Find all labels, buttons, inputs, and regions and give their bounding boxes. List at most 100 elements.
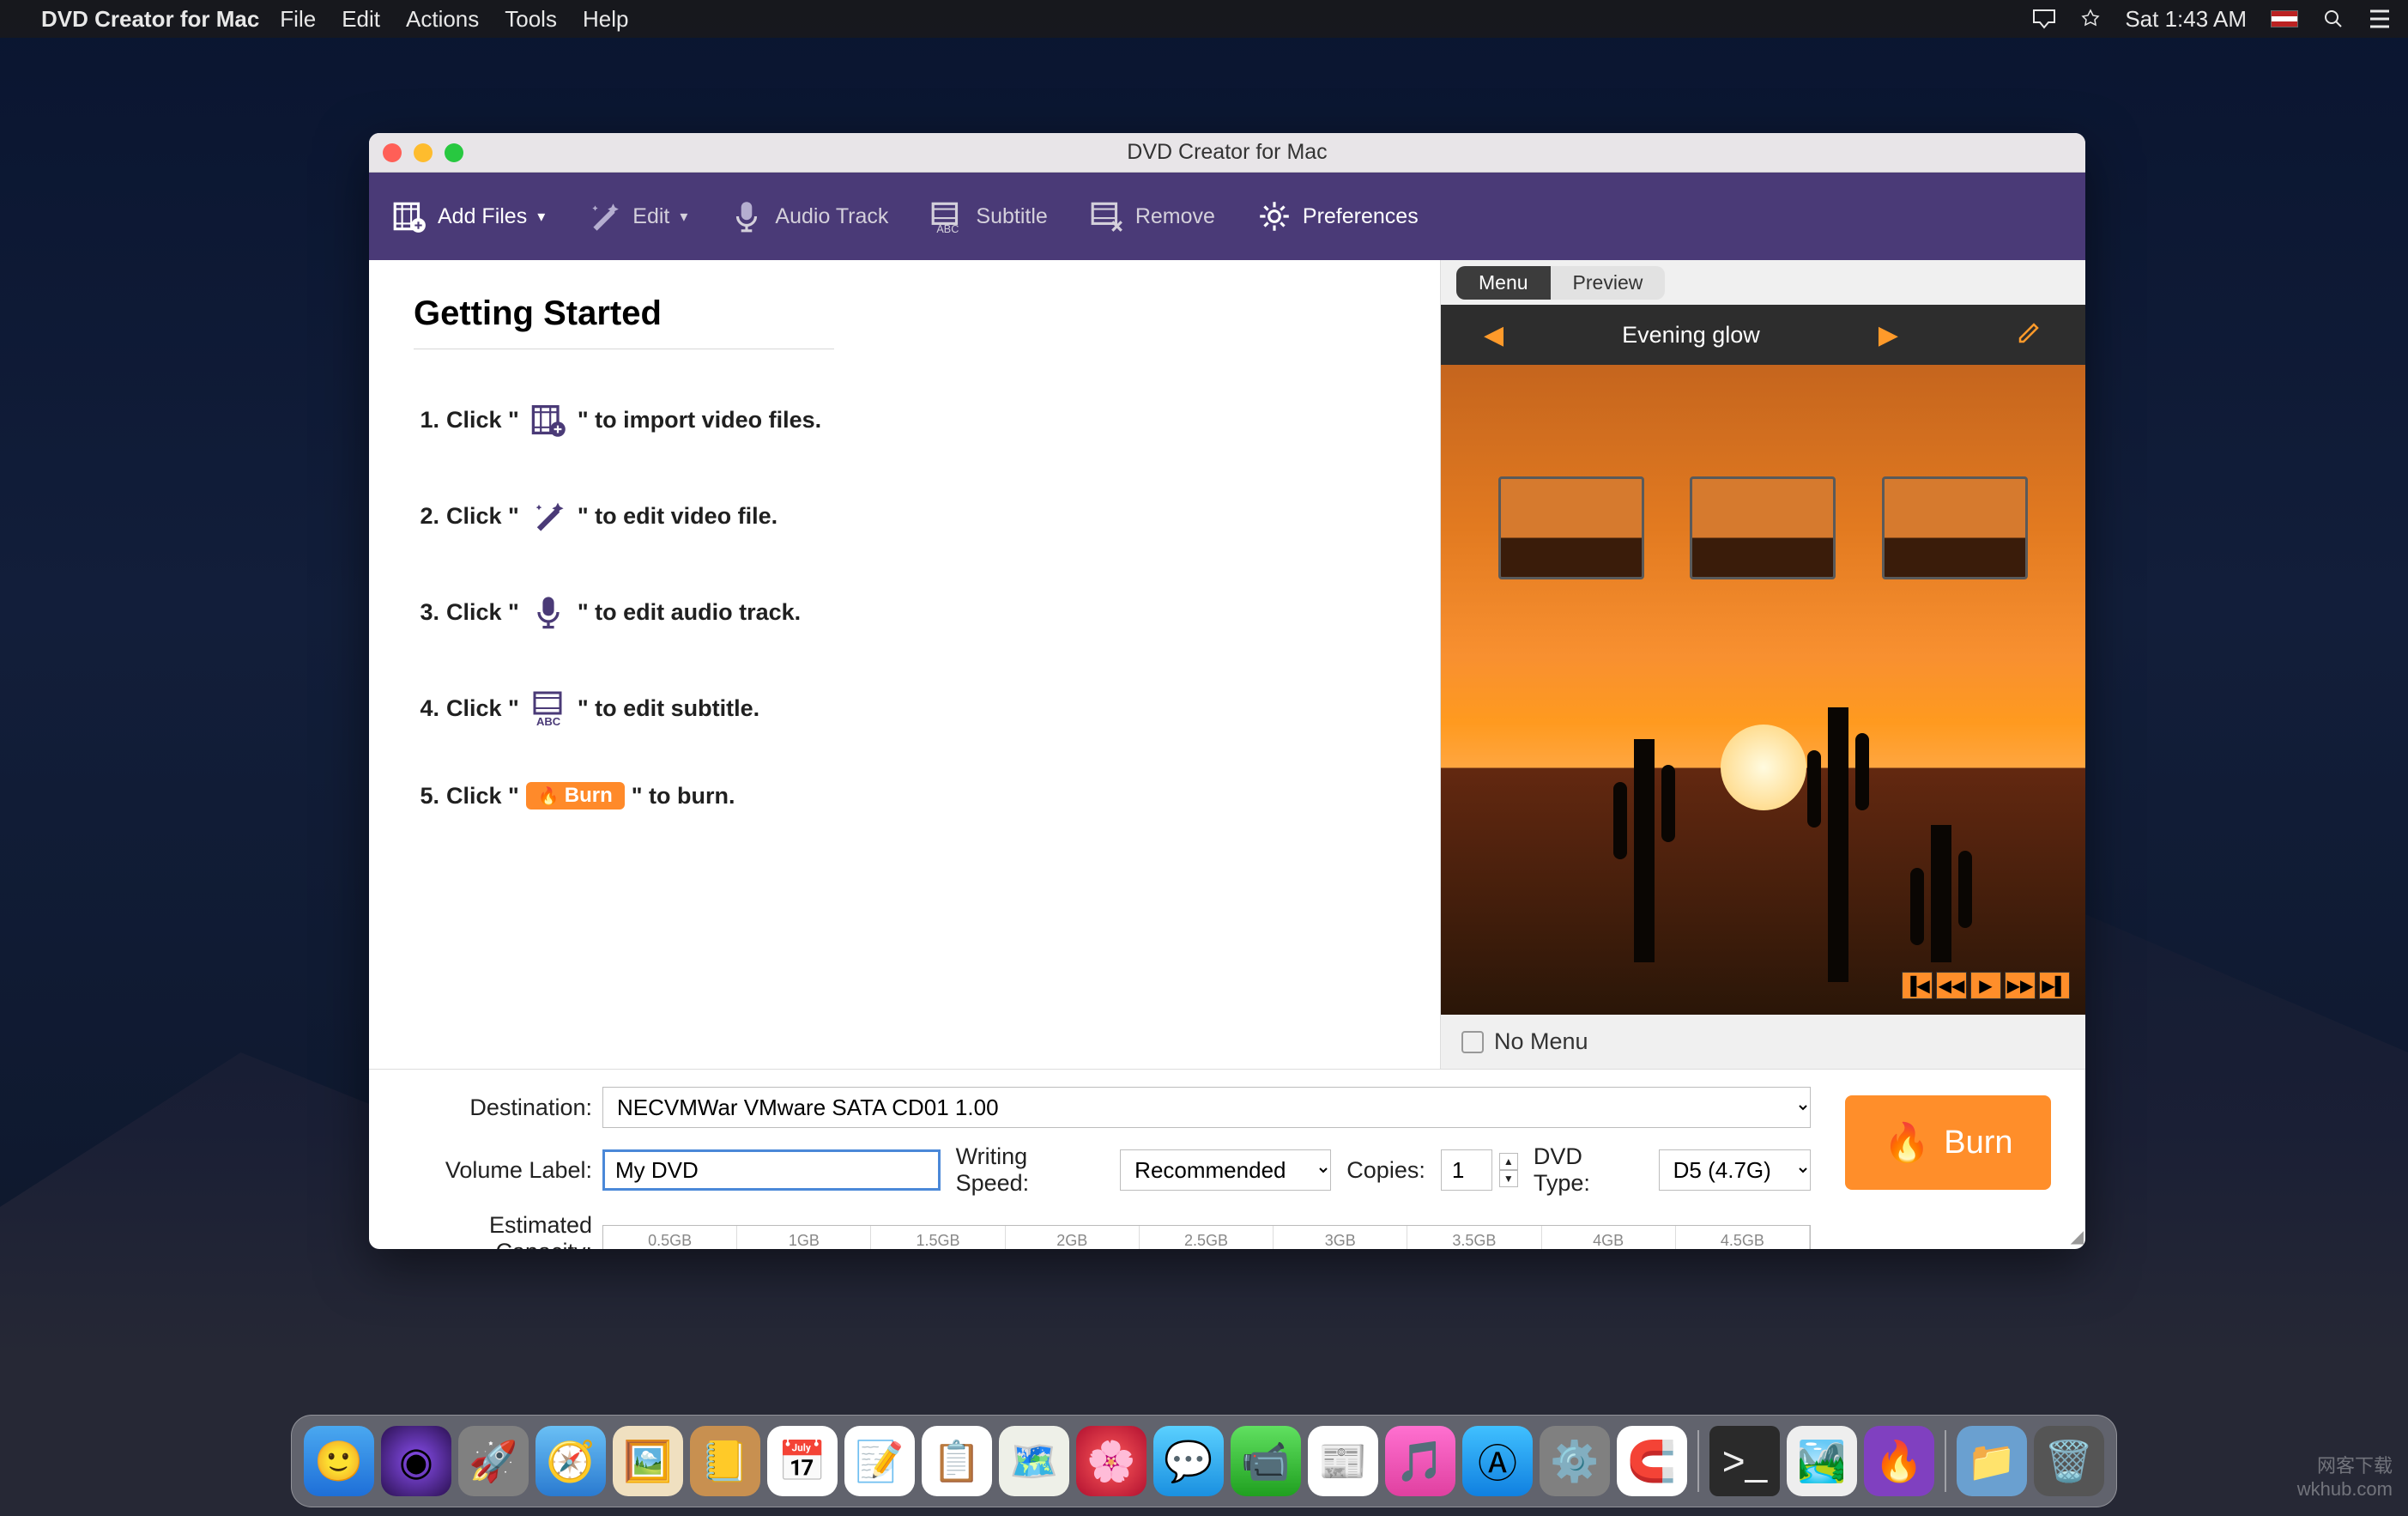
add-files-button[interactable]: Add Files▾	[391, 198, 545, 234]
menubar-clock[interactable]: Sat 1:43 AM	[2125, 6, 2247, 33]
fast-forward-button[interactable]: ▶▶	[2005, 972, 2036, 999]
tab-preview[interactable]: Preview	[1551, 266, 1666, 300]
edit-theme-button[interactable]	[2017, 319, 2042, 351]
menu-help[interactable]: Help	[583, 6, 628, 33]
microphone-icon	[526, 590, 571, 634]
subtitle-icon: ABC	[526, 686, 571, 731]
window-zoom-button[interactable]	[445, 143, 463, 162]
spotlight-icon[interactable]	[2322, 8, 2344, 30]
window-minimize-button[interactable]	[414, 143, 433, 162]
resize-handle[interactable]: ◢	[2071, 1226, 2084, 1247]
appstore-icon[interactable]: Ⓐ	[1462, 1426, 1533, 1496]
siri-icon[interactable]: ◉	[381, 1426, 451, 1496]
play-button[interactable]: ▶	[1970, 972, 2001, 999]
preferences-button[interactable]: Preferences	[1256, 198, 1419, 234]
chapter-thumb[interactable]	[1498, 476, 1644, 579]
messages-icon[interactable]: 💬	[1153, 1426, 1224, 1496]
magic-wand-icon	[586, 198, 622, 234]
menu-tools[interactable]: Tools	[505, 6, 557, 33]
magic-wand-icon	[526, 494, 571, 538]
window-titlebar: DVD Creator for Mac	[369, 133, 2085, 173]
chapter-thumb[interactable]	[1690, 476, 1836, 579]
burn-button[interactable]: 🔥 Burn	[1845, 1095, 2051, 1190]
subtitle-button[interactable]: ABC Subtitle	[929, 198, 1047, 234]
facetime-icon[interactable]: 📹	[1231, 1426, 1301, 1496]
downloads-icon[interactable]: 📁	[1957, 1426, 2027, 1496]
step-2: 2. Click " " to edit video file.	[414, 494, 1395, 538]
menu-edit[interactable]: Edit	[342, 6, 380, 33]
contacts-icon[interactable]: 📒	[690, 1426, 760, 1496]
step-5: 5. Click " Burn " to burn.	[414, 782, 1395, 810]
audio-track-button[interactable]: Audio Track	[729, 198, 888, 234]
preview-icon[interactable]: 🖼️	[613, 1426, 683, 1496]
no-menu-label: No Menu	[1494, 1028, 1588, 1055]
copies-up-button[interactable]: ▲	[1499, 1153, 1518, 1170]
dvd-menu-preview: ▐◀ ◀◀ ▶ ▶▶ ▶▌	[1441, 365, 2085, 1015]
input-source-icon[interactable]	[2271, 10, 2298, 27]
preview-panel: Menu Preview ◀ Evening glow ▶	[1440, 260, 2085, 1069]
status-icon[interactable]	[2080, 9, 2101, 29]
no-menu-checkbox[interactable]	[1461, 1031, 1484, 1053]
dvd-creator-dock-icon[interactable]: 🔥	[1864, 1426, 1934, 1496]
volume-label-label: Volume Label:	[403, 1157, 592, 1184]
window-close-button[interactable]	[383, 143, 402, 162]
tab-menu[interactable]: Menu	[1456, 266, 1551, 300]
chapter-thumb[interactable]	[1882, 476, 2028, 579]
svg-text:ABC: ABC	[937, 223, 959, 234]
notes-icon[interactable]: 📝	[844, 1426, 915, 1496]
edit-button[interactable]: Edit▾	[586, 198, 687, 234]
safari-icon[interactable]: 🧭	[535, 1426, 606, 1496]
macos-menubar: DVD Creator for Mac File Edit Actions To…	[0, 0, 2408, 38]
destination-select[interactable]: NECVMWar VMware SATA CD01 1.00	[602, 1087, 1811, 1128]
gear-icon	[1256, 198, 1292, 234]
burn-options-panel: Destination: NECVMWar VMware SATA CD01 1…	[369, 1069, 2085, 1249]
watermark: 网客下载 wkhub.com	[2297, 1451, 2393, 1501]
dvd-type-label: DVD Type:	[1534, 1143, 1643, 1197]
launchpad-icon[interactable]: 🚀	[458, 1426, 529, 1496]
calendar-icon[interactable]: 📅	[767, 1426, 838, 1496]
settings-icon[interactable]: ⚙️	[1540, 1426, 1610, 1496]
svg-text:ABC: ABC	[536, 715, 561, 727]
music-icon[interactable]: 🎵	[1385, 1426, 1455, 1496]
news-icon[interactable]: 📰	[1308, 1426, 1378, 1496]
trash-icon[interactable]: 🗑️	[2034, 1426, 2104, 1496]
app-window: DVD Creator for Mac Add Files▾ Edit▾ Aud…	[369, 133, 2085, 1249]
step-1: 1. Click " " to import video files.	[414, 397, 1395, 442]
copies-down-button[interactable]: ▼	[1499, 1170, 1518, 1187]
skip-end-button[interactable]: ▶▌	[2039, 972, 2070, 999]
getting-started-heading: Getting Started	[414, 294, 834, 349]
remove-button[interactable]: Remove	[1089, 198, 1215, 234]
menu-actions[interactable]: Actions	[406, 6, 479, 33]
writing-speed-label: Writing Speed:	[956, 1143, 1105, 1197]
finder-icon[interactable]: 🙂	[304, 1426, 374, 1496]
magnet-icon[interactable]: 🧲	[1617, 1426, 1687, 1496]
film-add-icon	[526, 397, 571, 442]
screenshot-icon[interactable]: 🏞️	[1787, 1426, 1857, 1496]
copies-input[interactable]	[1441, 1149, 1492, 1191]
app-menu[interactable]: DVD Creator for Mac	[41, 6, 259, 33]
getting-started-panel: Getting Started 1. Click " " to import v…	[369, 260, 1440, 1069]
subtitle-icon: ABC	[929, 198, 965, 234]
step-4: 4. Click " ABC " to edit subtitle.	[414, 686, 1395, 731]
menu-file[interactable]: File	[280, 6, 316, 33]
volume-label-input[interactable]	[602, 1149, 941, 1191]
photos-icon[interactable]: 🌸	[1076, 1426, 1147, 1496]
writing-speed-select[interactable]: Recommended	[1120, 1149, 1331, 1191]
macos-dock: 🙂 ◉ 🚀 🧭 🖼️ 📒 📅 📝 📋 🗺️ 🌸 💬 📹 📰 🎵 Ⓐ ⚙️ 🧲 >…	[291, 1415, 2117, 1507]
notification-center-icon[interactable]	[2369, 9, 2391, 28]
next-theme-button[interactable]: ▶	[1879, 320, 1898, 350]
microphone-icon	[729, 198, 765, 234]
capacity-meter: 0.5GB 1GB 1.5GB 2GB 2.5GB 3GB 3.5GB 4GB …	[602, 1225, 1811, 1249]
terminal-icon[interactable]: >_	[1709, 1426, 1780, 1496]
dvd-type-select[interactable]: D5 (4.7G)	[1659, 1149, 1811, 1191]
reminders-icon[interactable]: 📋	[922, 1426, 992, 1496]
theme-name: Evening glow	[1622, 322, 1760, 349]
rewind-button[interactable]: ◀◀	[1936, 972, 1967, 999]
prev-theme-button[interactable]: ◀	[1484, 320, 1503, 350]
maps-icon[interactable]: 🗺️	[999, 1426, 1069, 1496]
skip-start-button[interactable]: ▐◀	[1902, 972, 1933, 999]
app-toolbar: Add Files▾ Edit▾ Audio Track ABC Subtitl…	[369, 173, 2085, 260]
burn-pill-icon: Burn	[526, 782, 625, 810]
window-title: DVD Creator for Mac	[1127, 140, 1327, 165]
airplay-icon[interactable]	[2032, 9, 2056, 29]
